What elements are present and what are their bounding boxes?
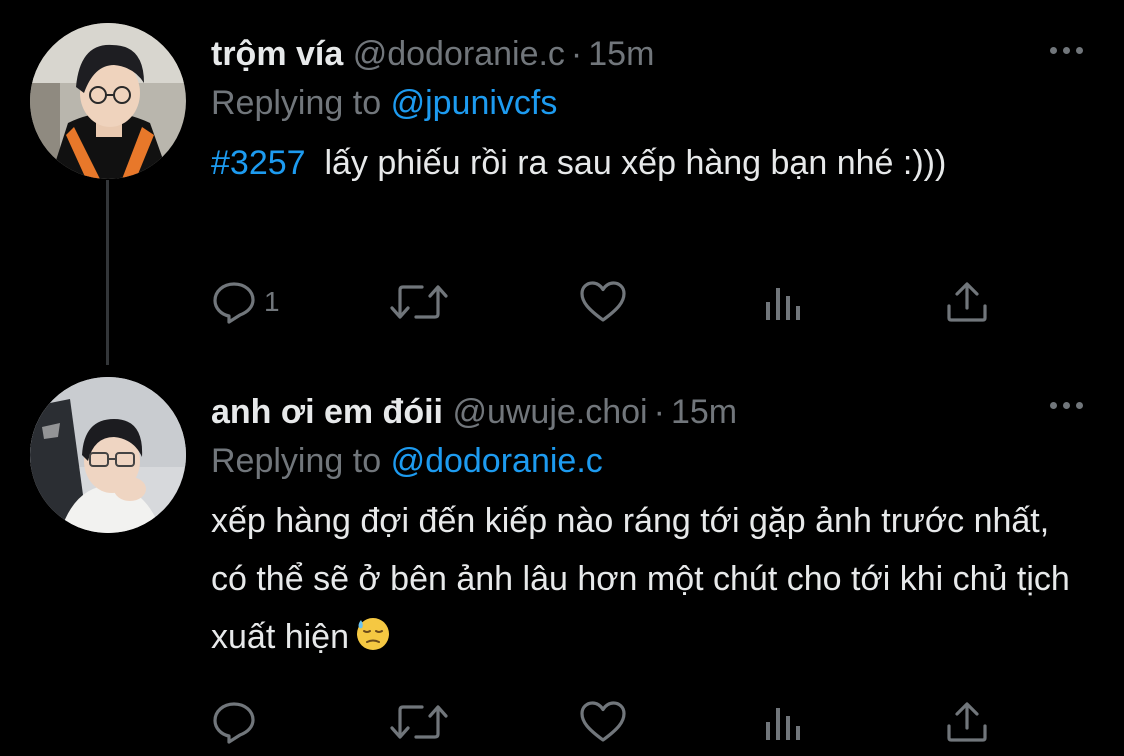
reply-button[interactable]	[210, 692, 258, 752]
more-icon[interactable]	[1044, 395, 1088, 415]
tweet-header: trộm vía @dodoranie.c · 15m	[211, 30, 1084, 78]
heart-icon	[580, 701, 626, 742]
reply-button[interactable]: 1	[210, 272, 280, 332]
tweet-text: #3257 lấy phiếu rồi ra sau xếp hàng bạn …	[211, 134, 1084, 192]
reply-prefix: Replying to	[211, 84, 382, 122]
replying-to: Replying to @jpunivcfs	[211, 78, 1084, 128]
timestamp[interactable]: 15m	[588, 35, 654, 73]
tweet-body: trộm vía @dodoranie.c · 15m Replying to @j…	[211, 30, 1084, 192]
avatar[interactable]	[30, 377, 186, 533]
heart-icon	[580, 281, 626, 322]
more-icon[interactable]	[1044, 40, 1088, 60]
display-name[interactable]: anh ơi em đóii	[211, 393, 443, 431]
user-handle[interactable]: @uwuje.choi	[452, 393, 647, 431]
share-button[interactable]	[943, 272, 991, 332]
tweet[interactable]: anh ơi em đóii @uwuje.choi · 15m Replying …	[0, 360, 1124, 756]
tweet-text: xếp hàng đợi đến kiếp nào ráng tới gặp ả…	[211, 492, 1084, 670]
views-button[interactable]	[760, 272, 806, 332]
tweet[interactable]: trộm vía @dodoranie.c · 15m Replying to @j…	[0, 0, 1124, 365]
like-button[interactable]	[578, 692, 628, 752]
downcast-face-with-sweat-emoji	[355, 612, 391, 670]
timestamp[interactable]: 15m	[671, 393, 737, 431]
reply-mention-link[interactable]: @dodoranie.c	[391, 442, 603, 480]
share-icon	[947, 282, 987, 322]
tweet-thread: trộm vía @dodoranie.c · 15m Replying to @j…	[0, 0, 1124, 756]
tweet-text-content: lấy phiếu rồi ra sau xếp hàng bạn nhé :)…	[324, 144, 947, 182]
views-button[interactable]	[760, 692, 806, 752]
views-icon	[766, 708, 800, 740]
retweet-icon	[390, 705, 448, 739]
tweet-text-content: xếp hàng đợi đến kiếp nào ráng tới gặp ả…	[211, 502, 1070, 656]
separator-dot: ·	[570, 35, 583, 73]
reply-icon	[213, 702, 255, 744]
separator-dot: ·	[653, 393, 665, 431]
views-icon	[766, 288, 800, 320]
tweet-actions: 1	[0, 272, 1124, 332]
share-button[interactable]	[943, 692, 991, 752]
display-name[interactable]: trộm vía	[211, 35, 343, 73]
reply-prefix: Replying to	[211, 442, 382, 480]
tweet-body: anh ơi em đóii @uwuje.choi · 15m Replying …	[211, 388, 1084, 670]
share-icon	[947, 702, 987, 742]
reply-count: 1	[264, 286, 280, 317]
retweet-button[interactable]	[388, 692, 450, 752]
avatar[interactable]	[30, 23, 186, 179]
tweet-actions	[0, 692, 1124, 752]
reply-icon	[213, 282, 255, 324]
like-button[interactable]	[578, 272, 628, 332]
reply-mention-link[interactable]: @jpunivcfs	[391, 84, 558, 122]
replying-to: Replying to @dodoranie.c	[211, 436, 1084, 486]
hashtag-link[interactable]: #3257	[211, 144, 306, 182]
retweet-icon	[390, 285, 448, 319]
retweet-button[interactable]	[388, 272, 450, 332]
tweet-header: anh ơi em đóii @uwuje.choi · 15m	[211, 388, 1084, 436]
user-handle[interactable]: @dodoranie.c	[353, 35, 565, 73]
